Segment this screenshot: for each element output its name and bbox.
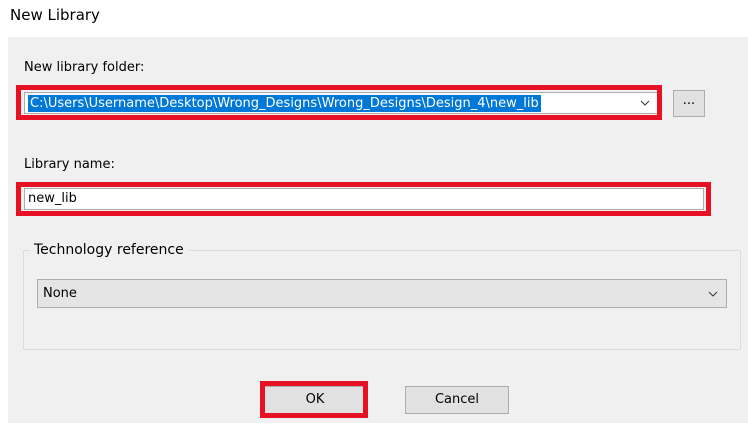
technology-legend: Technology reference bbox=[30, 242, 188, 258]
technology-selected-value: None bbox=[43, 286, 77, 301]
dialog-title: New Library bbox=[10, 6, 100, 24]
folder-highlight-box bbox=[16, 85, 662, 120]
library-name-label: Library name: bbox=[24, 157, 115, 172]
chevron-down-icon[interactable] bbox=[708, 289, 718, 299]
library-name-highlight-box bbox=[16, 182, 711, 216]
folder-label: New library folder: bbox=[24, 60, 145, 75]
technology-dropdown[interactable]: None bbox=[37, 279, 727, 308]
ok-highlight-box bbox=[260, 381, 368, 418]
browse-button[interactable]: ... bbox=[673, 90, 705, 117]
cancel-button[interactable]: Cancel bbox=[405, 386, 509, 414]
